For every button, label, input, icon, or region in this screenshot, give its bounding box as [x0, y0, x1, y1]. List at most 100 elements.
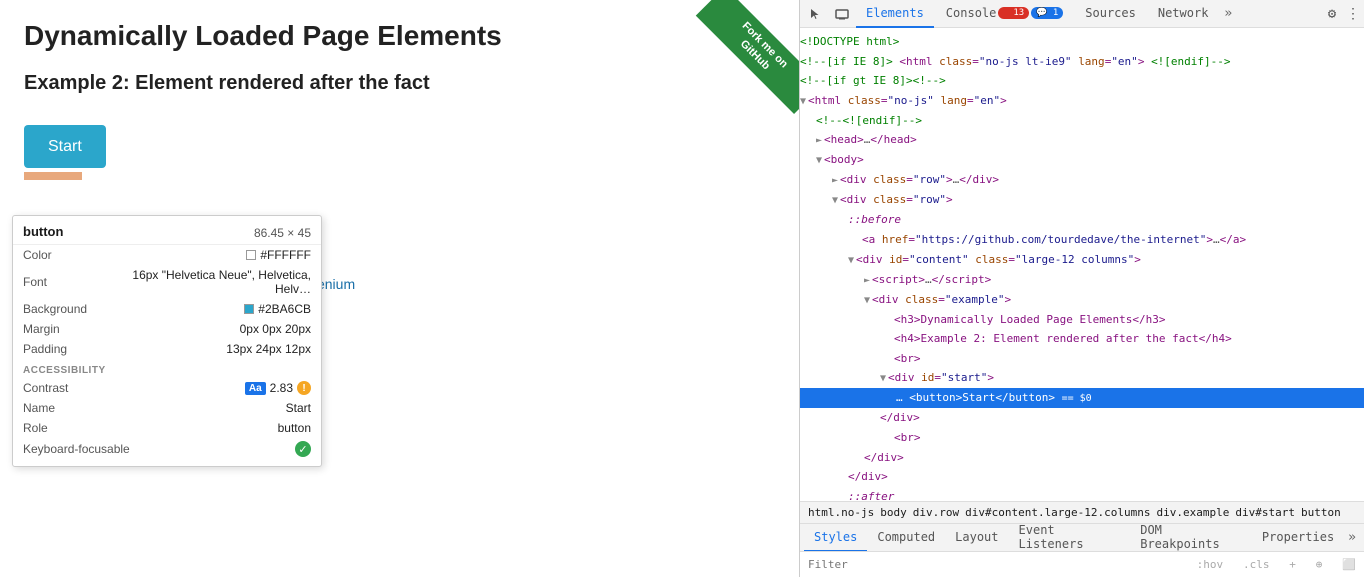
inspector-element-type: button: [23, 224, 63, 240]
dom-line-br1[interactable]: <br>: [800, 349, 1364, 369]
bc-body[interactable]: body: [878, 506, 909, 519]
div-row1-triangle[interactable]: [832, 175, 838, 186]
prop-value-role: button: [278, 421, 311, 435]
filter-input[interactable]: [808, 558, 1197, 571]
dom-line-after: ::after: [800, 487, 1364, 501]
dom-tree: <!DOCTYPE html> <!--[if IE 8]> <html cla…: [800, 28, 1364, 501]
filter-hints: :hov .cls + ⊕ ⬜: [1197, 558, 1356, 571]
tab-network[interactable]: Network: [1148, 0, 1219, 28]
breadcrumb-bar: html.no-js body div.row div#content.larg…: [800, 501, 1364, 523]
dom-line-anchor[interactable]: <a href="https://github.com/tourdedave/t…: [800, 230, 1364, 250]
start-button[interactable]: Start: [24, 125, 106, 168]
settings-icon-btn[interactable]: ⚙: [1320, 2, 1344, 26]
accessibility-header: ACCESSIBILITY: [13, 359, 321, 378]
github-ribbon-label: Fork me onGitHub: [696, 0, 799, 114]
console-error-badge: 13: [998, 7, 1029, 19]
devtools-panel: Elements Console 13 💬 1 Sources Network …: [800, 0, 1364, 577]
dom-line-start-div[interactable]: <div id="start">: [800, 368, 1364, 388]
prop-value-color: #FFFFFF: [246, 248, 311, 262]
bc-start[interactable]: div#start: [1233, 506, 1297, 519]
inspector-popup: button 86.45 × 45 Color #FFFFFF Font 16p…: [12, 215, 322, 467]
dom-line-doctype: <!DOCTYPE html>: [800, 32, 1364, 52]
dom-line-h4[interactable]: <h4>Example 2: Element rendered after th…: [800, 329, 1364, 349]
inspector-row-font: Font 16px "Helvetica Neue", Helvetica, H…: [13, 265, 321, 299]
bottom-tab-computed[interactable]: Computed: [867, 524, 945, 552]
bottom-tab-styles[interactable]: Styles: [804, 524, 867, 552]
github-ribbon[interactable]: Fork me onGitHub: [679, 0, 799, 120]
dom-line-close-div-content: </div>: [800, 467, 1364, 487]
bottom-tab-event-listeners[interactable]: Event Listeners: [1009, 524, 1131, 552]
bottom-tab-layout[interactable]: Layout: [945, 524, 1008, 552]
div-row2-triangle[interactable]: [832, 195, 838, 206]
script-triangle[interactable]: [864, 275, 870, 286]
tab-console[interactable]: Console 13 💬 1: [936, 0, 1073, 28]
dom-line-close-div-start: </div>: [800, 408, 1364, 428]
prop-name-name: Name: [23, 401, 103, 415]
device-icon-btn[interactable]: [830, 2, 854, 26]
console-message-badge: 💬 1: [1031, 7, 1063, 19]
dom-line-body[interactable]: <body>: [800, 150, 1364, 170]
aa-badge: Aa: [245, 382, 266, 395]
button-progress-bar: [24, 172, 82, 180]
prop-name-contrast: Contrast: [23, 381, 103, 395]
bc-button[interactable]: button: [1299, 506, 1343, 519]
prop-value-font: 16px "Helvetica Neue", Helvetica, Helv…: [103, 268, 311, 296]
bottom-tab-properties[interactable]: Properties: [1252, 524, 1344, 552]
dom-line-ie8: <!--[if IE 8]> <html class="no-js lt-ie9…: [800, 52, 1364, 72]
inspector-row-background: Background #2BA6CB: [13, 299, 321, 319]
dom-line-button[interactable]: … <button>Start</button> == $0: [800, 388, 1364, 408]
dom-line-example-div[interactable]: <div class="example">: [800, 290, 1364, 310]
bc-html[interactable]: html.no-js: [806, 506, 876, 519]
example-div-triangle[interactable]: [864, 295, 870, 306]
bc-example[interactable]: div.example: [1155, 506, 1232, 519]
check-icon: ✓: [295, 441, 311, 457]
dom-line-endif: <!--<![endif]-->: [800, 111, 1364, 131]
prop-name-role: Role: [23, 421, 103, 435]
prop-value-name: Start: [286, 401, 311, 415]
color-swatch-white: [246, 250, 256, 260]
inspector-popup-header: button 86.45 × 45: [13, 216, 321, 245]
bc-divrow[interactable]: div.row: [911, 506, 961, 519]
prop-value-contrast: Aa 2.83 !: [245, 381, 311, 395]
example-title: Example 2: Element rendered after the fa…: [24, 72, 775, 95]
prop-name-padding: Padding: [23, 342, 103, 356]
dom-line-before: ::before: [800, 210, 1364, 230]
prop-value-keyboard-focusable: ✓: [295, 441, 311, 457]
inspector-row-color: Color #FFFFFF: [13, 245, 321, 265]
dom-line-br2[interactable]: <br>: [800, 428, 1364, 448]
prop-name-keyboard-focusable: Keyboard-focusable: [23, 442, 130, 456]
cursor-icon-btn[interactable]: [804, 2, 828, 26]
dom-line-script[interactable]: <script>…</script>: [800, 270, 1364, 290]
prop-name-background: Background: [23, 302, 103, 316]
prop-name-margin: Margin: [23, 322, 103, 336]
start-div-triangle[interactable]: [880, 373, 886, 384]
prop-name-font: Font: [23, 275, 103, 289]
html-triangle[interactable]: [800, 96, 806, 107]
dom-line-close-div-example: </div>: [800, 448, 1364, 468]
bc-content[interactable]: div#content.large-12.columns: [963, 506, 1152, 519]
more-bottom-tabs-icon[interactable]: »: [1344, 530, 1360, 545]
bottom-tab-dom-breakpoints[interactable]: DOM Breakpoints: [1130, 524, 1252, 552]
inspector-dimensions: 86.45 × 45: [254, 224, 311, 240]
more-options-btn[interactable]: ⋮: [1346, 6, 1360, 22]
dom-line-h3[interactable]: <h3>Dynamically Loaded Page Elements</h3…: [800, 310, 1364, 330]
dom-line-content-div[interactable]: <div id="content" class="large-12 column…: [800, 250, 1364, 270]
body-triangle[interactable]: [816, 155, 822, 166]
inspector-row-name: Name Start: [13, 398, 321, 418]
dom-line-head[interactable]: <head>…</head>: [800, 130, 1364, 150]
inspector-row-margin: Margin 0px 0px 20px: [13, 319, 321, 339]
dom-line-div-row1[interactable]: <div class="row">…</div>: [800, 170, 1364, 190]
dom-line-div-row2[interactable]: <div class="row">: [800, 190, 1364, 210]
tab-elements[interactable]: Elements: [856, 0, 934, 28]
tab-sources[interactable]: Sources: [1075, 0, 1146, 28]
dom-line-ie8gt: <!--[if gt IE 8]><!-->: [800, 71, 1364, 91]
prop-name-color: Color: [23, 248, 103, 262]
content-div-triangle[interactable]: [848, 255, 854, 266]
color-swatch-blue: [244, 304, 254, 314]
devtools-topbar: Elements Console 13 💬 1 Sources Network …: [800, 0, 1364, 28]
more-tabs-icon[interactable]: »: [1220, 6, 1236, 21]
dom-line-html[interactable]: <html class="no-js" lang="en">: [800, 91, 1364, 111]
inspector-row-contrast: Contrast Aa 2.83 !: [13, 378, 321, 398]
page-title: Dynamically Loaded Page Elements: [24, 20, 775, 52]
head-triangle[interactable]: [816, 135, 822, 146]
